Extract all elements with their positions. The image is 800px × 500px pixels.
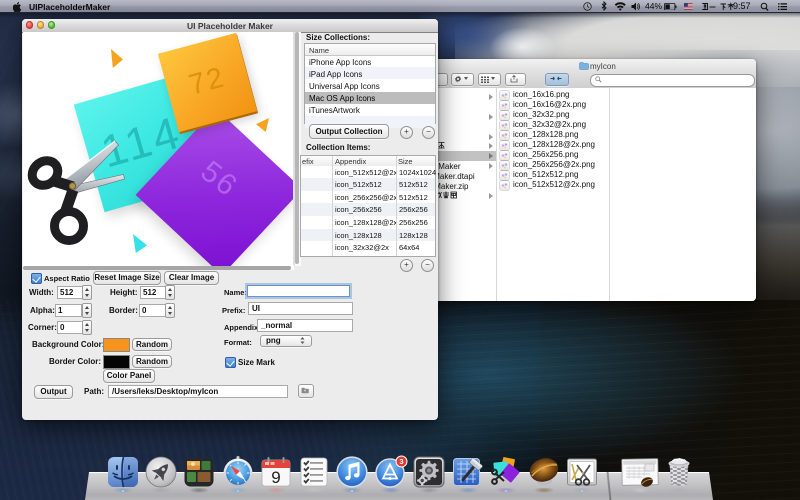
svg-text:3: 3: [399, 457, 403, 466]
svg-text:9: 9: [271, 468, 280, 487]
